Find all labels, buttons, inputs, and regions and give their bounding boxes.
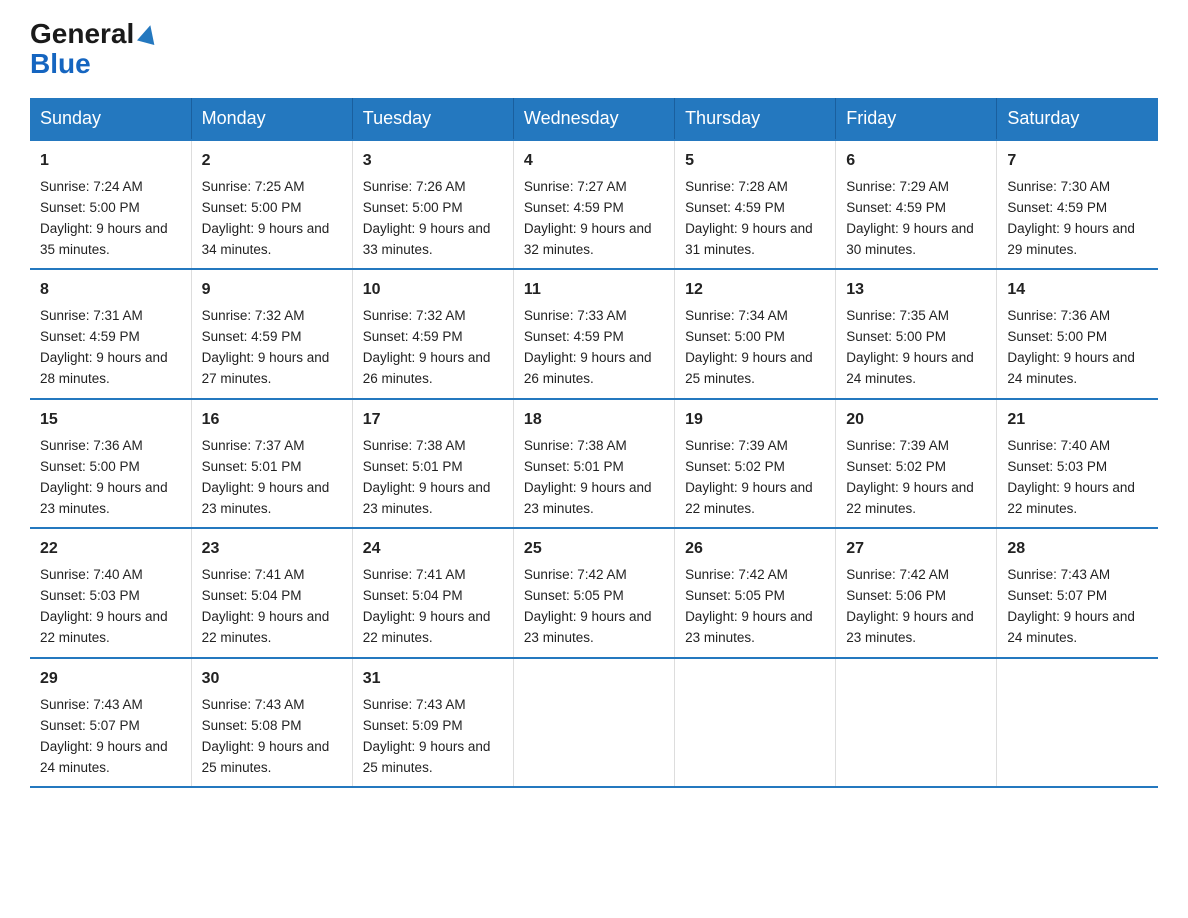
day-number: 17 [363,408,503,433]
calendar-table: SundayMondayTuesdayWednesdayThursdayFrid… [30,98,1158,788]
day-number: 27 [846,537,986,562]
calendar-cell: 4Sunrise: 7:27 AMSunset: 4:59 PMDaylight… [513,140,674,269]
calendar-cell: 2Sunrise: 7:25 AMSunset: 5:00 PMDaylight… [191,140,352,269]
day-header-thursday: Thursday [675,98,836,140]
calendar-cell: 3Sunrise: 7:26 AMSunset: 5:00 PMDaylight… [352,140,513,269]
day-number: 7 [1007,149,1148,174]
day-number: 15 [40,408,181,433]
calendar-cell: 6Sunrise: 7:29 AMSunset: 4:59 PMDaylight… [836,140,997,269]
calendar-cell: 27Sunrise: 7:42 AMSunset: 5:06 PMDayligh… [836,528,997,657]
day-number: 8 [40,278,181,303]
day-header-friday: Friday [836,98,997,140]
calendar-cell: 18Sunrise: 7:38 AMSunset: 5:01 PMDayligh… [513,399,674,528]
day-number: 19 [685,408,825,433]
calendar-cell: 11Sunrise: 7:33 AMSunset: 4:59 PMDayligh… [513,269,674,398]
day-number: 26 [685,537,825,562]
calendar-week-row: 29Sunrise: 7:43 AMSunset: 5:07 PMDayligh… [30,658,1158,787]
calendar-cell: 17Sunrise: 7:38 AMSunset: 5:01 PMDayligh… [352,399,513,528]
day-number: 11 [524,278,664,303]
calendar-cell: 7Sunrise: 7:30 AMSunset: 4:59 PMDaylight… [997,140,1158,269]
day-number: 28 [1007,537,1148,562]
day-number: 12 [685,278,825,303]
calendar-cell: 10Sunrise: 7:32 AMSunset: 4:59 PMDayligh… [352,269,513,398]
calendar-cell: 5Sunrise: 7:28 AMSunset: 4:59 PMDaylight… [675,140,836,269]
calendar-cell: 12Sunrise: 7:34 AMSunset: 5:00 PMDayligh… [675,269,836,398]
calendar-cell: 15Sunrise: 7:36 AMSunset: 5:00 PMDayligh… [30,399,191,528]
day-header-tuesday: Tuesday [352,98,513,140]
calendar-week-row: 1Sunrise: 7:24 AMSunset: 5:00 PMDaylight… [30,140,1158,269]
day-number: 20 [846,408,986,433]
calendar-cell: 21Sunrise: 7:40 AMSunset: 5:03 PMDayligh… [997,399,1158,528]
day-number: 13 [846,278,986,303]
calendar-cell [513,658,674,787]
day-number: 9 [202,278,342,303]
calendar-cell [675,658,836,787]
calendar-cell [997,658,1158,787]
logo-text-general: General [30,20,134,48]
day-header-monday: Monday [191,98,352,140]
day-number: 30 [202,667,342,692]
calendar-cell: 9Sunrise: 7:32 AMSunset: 4:59 PMDaylight… [191,269,352,398]
calendar-cell: 26Sunrise: 7:42 AMSunset: 5:05 PMDayligh… [675,528,836,657]
calendar-cell: 13Sunrise: 7:35 AMSunset: 5:00 PMDayligh… [836,269,997,398]
calendar-cell: 25Sunrise: 7:42 AMSunset: 5:05 PMDayligh… [513,528,674,657]
calendar-cell: 16Sunrise: 7:37 AMSunset: 5:01 PMDayligh… [191,399,352,528]
logo-text-blue: Blue [30,48,91,79]
calendar-cell: 29Sunrise: 7:43 AMSunset: 5:07 PMDayligh… [30,658,191,787]
calendar-cell: 31Sunrise: 7:43 AMSunset: 5:09 PMDayligh… [352,658,513,787]
day-number: 2 [202,149,342,174]
calendar-week-row: 8Sunrise: 7:31 AMSunset: 4:59 PMDaylight… [30,269,1158,398]
day-number: 25 [524,537,664,562]
calendar-cell [836,658,997,787]
logo: General Blue [30,20,159,80]
day-number: 1 [40,149,181,174]
day-header-sunday: Sunday [30,98,191,140]
day-number: 21 [1007,408,1148,433]
calendar-cell: 30Sunrise: 7:43 AMSunset: 5:08 PMDayligh… [191,658,352,787]
day-header-wednesday: Wednesday [513,98,674,140]
calendar-cell: 23Sunrise: 7:41 AMSunset: 5:04 PMDayligh… [191,528,352,657]
day-number: 18 [524,408,664,433]
day-number: 23 [202,537,342,562]
calendar-cell: 19Sunrise: 7:39 AMSunset: 5:02 PMDayligh… [675,399,836,528]
day-number: 22 [40,537,181,562]
calendar-cell: 20Sunrise: 7:39 AMSunset: 5:02 PMDayligh… [836,399,997,528]
day-number: 10 [363,278,503,303]
day-number: 4 [524,149,664,174]
calendar-cell: 22Sunrise: 7:40 AMSunset: 5:03 PMDayligh… [30,528,191,657]
day-number: 24 [363,537,503,562]
day-number: 16 [202,408,342,433]
day-header-saturday: Saturday [997,98,1158,140]
calendar-header-row: SundayMondayTuesdayWednesdayThursdayFrid… [30,98,1158,140]
logo-triangle-icon [137,23,159,45]
day-number: 3 [363,149,503,174]
day-number: 29 [40,667,181,692]
calendar-cell: 14Sunrise: 7:36 AMSunset: 5:00 PMDayligh… [997,269,1158,398]
day-number: 5 [685,149,825,174]
calendar-cell: 1Sunrise: 7:24 AMSunset: 5:00 PMDaylight… [30,140,191,269]
day-number: 14 [1007,278,1148,303]
day-number: 31 [363,667,503,692]
calendar-week-row: 15Sunrise: 7:36 AMSunset: 5:00 PMDayligh… [30,399,1158,528]
day-number: 6 [846,149,986,174]
page-header: General Blue [30,20,1158,80]
calendar-week-row: 22Sunrise: 7:40 AMSunset: 5:03 PMDayligh… [30,528,1158,657]
calendar-cell: 28Sunrise: 7:43 AMSunset: 5:07 PMDayligh… [997,528,1158,657]
calendar-cell: 8Sunrise: 7:31 AMSunset: 4:59 PMDaylight… [30,269,191,398]
calendar-cell: 24Sunrise: 7:41 AMSunset: 5:04 PMDayligh… [352,528,513,657]
